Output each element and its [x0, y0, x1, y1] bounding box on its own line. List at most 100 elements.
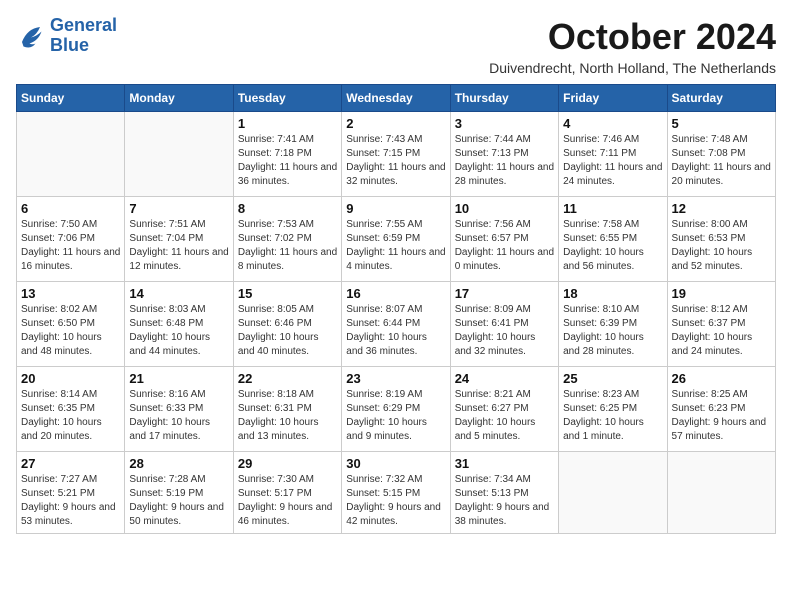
day-number: 13	[21, 286, 120, 301]
calendar-day-cell	[125, 112, 233, 197]
weekday-header: Thursday	[450, 85, 558, 112]
day-info: Sunrise: 8:03 AMSunset: 6:48 PMDaylight:…	[129, 303, 228, 359]
day-number: 29	[238, 456, 337, 471]
day-info: Sunrise: 8:09 AMSunset: 6:41 PMDaylight:…	[455, 303, 554, 359]
calendar-day-cell: 27 Sunrise: 7:27 AMSunset: 5:21 PMDaylig…	[17, 452, 125, 534]
calendar-day-cell: 1 Sunrise: 7:41 AMSunset: 7:18 PMDayligh…	[233, 112, 341, 197]
calendar-day-cell: 11 Sunrise: 7:58 AMSunset: 6:55 PMDaylig…	[559, 197, 667, 282]
calendar-week-row: 20 Sunrise: 8:14 AMSunset: 6:35 PMDaylig…	[17, 367, 776, 452]
day-info: Sunrise: 7:30 AMSunset: 5:17 PMDaylight:…	[238, 473, 337, 529]
day-info: Sunrise: 7:50 AMSunset: 7:06 PMDaylight:…	[21, 218, 120, 274]
weekday-header: Wednesday	[342, 85, 450, 112]
day-info: Sunrise: 8:23 AMSunset: 6:25 PMDaylight:…	[563, 388, 662, 444]
calendar-day-cell	[667, 452, 775, 534]
calendar-day-cell: 21 Sunrise: 8:16 AMSunset: 6:33 PMDaylig…	[125, 367, 233, 452]
weekday-header: Tuesday	[233, 85, 341, 112]
day-number: 15	[238, 286, 337, 301]
calendar-week-row: 6 Sunrise: 7:50 AMSunset: 7:06 PMDayligh…	[17, 197, 776, 282]
day-number: 1	[238, 116, 337, 131]
day-number: 30	[346, 456, 445, 471]
day-info: Sunrise: 7:44 AMSunset: 7:13 PMDaylight:…	[455, 133, 554, 189]
day-info: Sunrise: 8:07 AMSunset: 6:44 PMDaylight:…	[346, 303, 445, 359]
day-info: Sunrise: 8:02 AMSunset: 6:50 PMDaylight:…	[21, 303, 120, 359]
calendar-week-row: 13 Sunrise: 8:02 AMSunset: 6:50 PMDaylig…	[17, 282, 776, 367]
calendar-day-cell: 12 Sunrise: 8:00 AMSunset: 6:53 PMDaylig…	[667, 197, 775, 282]
calendar-day-cell: 23 Sunrise: 8:19 AMSunset: 6:29 PMDaylig…	[342, 367, 450, 452]
calendar-day-cell: 7 Sunrise: 7:51 AMSunset: 7:04 PMDayligh…	[125, 197, 233, 282]
day-number: 28	[129, 456, 228, 471]
logo-icon	[16, 21, 46, 51]
day-info: Sunrise: 7:55 AMSunset: 6:59 PMDaylight:…	[346, 218, 445, 274]
calendar-day-cell: 16 Sunrise: 8:07 AMSunset: 6:44 PMDaylig…	[342, 282, 450, 367]
day-number: 19	[672, 286, 771, 301]
title-block: October 2024 Duivendrecht, North Holland…	[489, 16, 776, 76]
month-title: October 2024	[489, 16, 776, 58]
day-info: Sunrise: 7:32 AMSunset: 5:15 PMDaylight:…	[346, 473, 445, 529]
day-number: 24	[455, 371, 554, 386]
day-number: 12	[672, 201, 771, 216]
calendar-day-cell	[17, 112, 125, 197]
day-number: 22	[238, 371, 337, 386]
day-number: 27	[21, 456, 120, 471]
calendar-day-cell: 24 Sunrise: 8:21 AMSunset: 6:27 PMDaylig…	[450, 367, 558, 452]
day-info: Sunrise: 7:28 AMSunset: 5:19 PMDaylight:…	[129, 473, 228, 529]
calendar-day-cell: 3 Sunrise: 7:44 AMSunset: 7:13 PMDayligh…	[450, 112, 558, 197]
calendar-day-cell: 8 Sunrise: 7:53 AMSunset: 7:02 PMDayligh…	[233, 197, 341, 282]
day-number: 26	[672, 371, 771, 386]
day-info: Sunrise: 7:58 AMSunset: 6:55 PMDaylight:…	[563, 218, 662, 274]
day-number: 11	[563, 201, 662, 216]
calendar-day-cell: 20 Sunrise: 8:14 AMSunset: 6:35 PMDaylig…	[17, 367, 125, 452]
calendar-day-cell: 6 Sunrise: 7:50 AMSunset: 7:06 PMDayligh…	[17, 197, 125, 282]
calendar-day-cell: 26 Sunrise: 8:25 AMSunset: 6:23 PMDaylig…	[667, 367, 775, 452]
calendar-day-cell: 13 Sunrise: 8:02 AMSunset: 6:50 PMDaylig…	[17, 282, 125, 367]
day-info: Sunrise: 7:48 AMSunset: 7:08 PMDaylight:…	[672, 133, 771, 189]
logo-text: GeneralBlue	[50, 16, 117, 56]
day-number: 6	[21, 201, 120, 216]
day-info: Sunrise: 8:10 AMSunset: 6:39 PMDaylight:…	[563, 303, 662, 359]
day-number: 18	[563, 286, 662, 301]
calendar-day-cell: 29 Sunrise: 7:30 AMSunset: 5:17 PMDaylig…	[233, 452, 341, 534]
calendar-day-cell: 15 Sunrise: 8:05 AMSunset: 6:46 PMDaylig…	[233, 282, 341, 367]
day-info: Sunrise: 7:46 AMSunset: 7:11 PMDaylight:…	[563, 133, 662, 189]
day-number: 23	[346, 371, 445, 386]
day-info: Sunrise: 8:19 AMSunset: 6:29 PMDaylight:…	[346, 388, 445, 444]
day-info: Sunrise: 8:05 AMSunset: 6:46 PMDaylight:…	[238, 303, 337, 359]
day-number: 21	[129, 371, 228, 386]
day-info: Sunrise: 8:25 AMSunset: 6:23 PMDaylight:…	[672, 388, 771, 444]
day-number: 10	[455, 201, 554, 216]
day-number: 20	[21, 371, 120, 386]
day-number: 2	[346, 116, 445, 131]
day-info: Sunrise: 7:56 AMSunset: 6:57 PMDaylight:…	[455, 218, 554, 274]
calendar-day-cell: 2 Sunrise: 7:43 AMSunset: 7:15 PMDayligh…	[342, 112, 450, 197]
calendar-week-row: 27 Sunrise: 7:27 AMSunset: 5:21 PMDaylig…	[17, 452, 776, 534]
location: Duivendrecht, North Holland, The Netherl…	[489, 60, 776, 76]
calendar-day-cell: 18 Sunrise: 8:10 AMSunset: 6:39 PMDaylig…	[559, 282, 667, 367]
day-number: 16	[346, 286, 445, 301]
weekday-header: Saturday	[667, 85, 775, 112]
logo: GeneralBlue	[16, 16, 117, 56]
calendar-day-cell: 14 Sunrise: 8:03 AMSunset: 6:48 PMDaylig…	[125, 282, 233, 367]
day-number: 3	[455, 116, 554, 131]
day-number: 31	[455, 456, 554, 471]
day-info: Sunrise: 8:16 AMSunset: 6:33 PMDaylight:…	[129, 388, 228, 444]
day-number: 14	[129, 286, 228, 301]
weekday-header: Friday	[559, 85, 667, 112]
calendar-day-cell	[559, 452, 667, 534]
day-info: Sunrise: 8:00 AMSunset: 6:53 PMDaylight:…	[672, 218, 771, 274]
day-info: Sunrise: 8:12 AMSunset: 6:37 PMDaylight:…	[672, 303, 771, 359]
weekday-header: Sunday	[17, 85, 125, 112]
calendar-day-cell: 22 Sunrise: 8:18 AMSunset: 6:31 PMDaylig…	[233, 367, 341, 452]
calendar-day-cell: 5 Sunrise: 7:48 AMSunset: 7:08 PMDayligh…	[667, 112, 775, 197]
calendar-day-cell: 30 Sunrise: 7:32 AMSunset: 5:15 PMDaylig…	[342, 452, 450, 534]
day-info: Sunrise: 8:14 AMSunset: 6:35 PMDaylight:…	[21, 388, 120, 444]
calendar-day-cell: 10 Sunrise: 7:56 AMSunset: 6:57 PMDaylig…	[450, 197, 558, 282]
day-number: 5	[672, 116, 771, 131]
day-info: Sunrise: 7:43 AMSunset: 7:15 PMDaylight:…	[346, 133, 445, 189]
day-info: Sunrise: 7:53 AMSunset: 7:02 PMDaylight:…	[238, 218, 337, 274]
page-header: GeneralBlue October 2024 Duivendrecht, N…	[16, 16, 776, 76]
day-info: Sunrise: 7:51 AMSunset: 7:04 PMDaylight:…	[129, 218, 228, 274]
day-info: Sunrise: 8:18 AMSunset: 6:31 PMDaylight:…	[238, 388, 337, 444]
day-number: 9	[346, 201, 445, 216]
weekday-header-row: SundayMondayTuesdayWednesdayThursdayFrid…	[17, 85, 776, 112]
day-number: 7	[129, 201, 228, 216]
